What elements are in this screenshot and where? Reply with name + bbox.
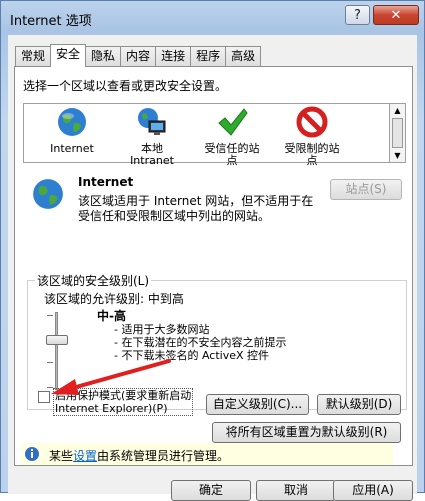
allowed-levels-text: 该区域的允许级别: 中到高 [44, 292, 184, 306]
tab-security[interactable]: 安全 [50, 44, 87, 67]
annotation-arrow [51, 359, 171, 395]
globe-icon [58, 108, 86, 136]
selected-zone-globe-icon [33, 179, 63, 209]
zone-trusted-label-2: 点 [226, 154, 238, 167]
security-tab-panel: 选择一个区域以查看或更改安全设置。 Internet 本地 Intranet 受… [14, 66, 413, 466]
dialog-body: 常规 安全 隐私 内容 连接 程序 高级 选择一个区域以查看或更改安全设置。 I… [8, 35, 417, 501]
window-title: Internet 选项 [10, 14, 92, 29]
custom-level-button[interactable]: 自定义级别(C)... [206, 394, 309, 415]
sites-button[interactable]: 站点(S) [330, 179, 402, 200]
tab-connections[interactable]: 连接 [155, 46, 192, 66]
security-slider-thumb[interactable] [46, 335, 68, 345]
zone-desc-line-1: 该区域适用于 Internet 网站，但不适用于在 [78, 194, 314, 208]
zone-desc-line-2: 受信任和受限制区域中列出的网站。 [78, 209, 271, 223]
scroll-down-icon[interactable]: ▼ [392, 151, 403, 160]
selected-zone-name: Internet [78, 175, 134, 189]
admin-notice-text: 某些设置由系统管理员进行管理。 [49, 447, 229, 464]
zone-list-scrollbar[interactable]: ▲ ▼ [389, 103, 406, 163]
zone-restricted-label-2: 点 [306, 154, 318, 167]
title-bar[interactable]: Internet 选项 ? ✕ [1, 1, 424, 35]
close-icon: ✕ [390, 7, 402, 23]
help-icon: ? [354, 7, 361, 23]
security-level-group-label: 该区域的安全级别(L) [35, 272, 152, 289]
settings-link[interactable]: 设置 [73, 449, 97, 463]
intranet-icon [138, 108, 166, 135]
default-level-button[interactable]: 默认级别(D) [317, 394, 401, 415]
zone-instruction: 选择一个区域以查看或更改安全设置。 [23, 79, 228, 93]
zone-local-intranet[interactable]: 本地 Intranet [112, 106, 192, 167]
zone-internet-label: Internet [50, 142, 94, 155]
tab-strip: 常规 安全 隐私 内容 连接 程序 高级 [15, 44, 262, 67]
close-button[interactable]: ✕ [373, 5, 419, 25]
help-button[interactable]: ? [345, 5, 370, 25]
current-level-title: 中-高 [97, 309, 126, 323]
protected-mode-label-2: Internet Explorer)(P) [55, 402, 168, 415]
admin-notice-bar: 某些设置由系统管理员进行管理。 [21, 443, 393, 465]
apply-button[interactable]: 应用(A) [333, 480, 413, 501]
checkmark-icon [218, 108, 248, 136]
level-bullet: - 适用于大多数网站 [114, 323, 210, 336]
restricted-icon [296, 106, 328, 138]
selected-zone-description: 该区域适用于 Internet 网站，但不适用于在 受信任和受限制区域中列出的网… [78, 194, 313, 224]
info-icon [25, 447, 39, 461]
internet-options-dialog: Internet 选项 ? ✕ 常规 安全 隐私 内容 连接 程序 高级 选择一… [0, 0, 425, 501]
cancel-button[interactable]: 取消 [256, 480, 336, 501]
scroll-up-icon[interactable]: ▲ [392, 106, 403, 115]
reset-all-zones-button[interactable]: 将所有区域重置为默认级别(R) [212, 422, 401, 443]
zone-internet[interactable]: Internet [32, 106, 112, 155]
tab-privacy[interactable]: 隐私 [85, 46, 122, 66]
tab-programs[interactable]: 程序 [190, 46, 227, 66]
notice-suffix: 由系统管理员进行管理。 [97, 449, 230, 463]
zone-intranet-label-2: Intranet [130, 154, 174, 167]
scrollbar-thumb[interactable] [392, 118, 403, 148]
zone-list: Internet 本地 Intranet 受信任的站 点 受限制的站 点 [23, 103, 398, 167]
zone-trusted-sites[interactable]: 受信任的站 点 [192, 106, 272, 167]
zone-restricted-sites[interactable]: 受限制的站 点 [272, 106, 352, 167]
level-bullet: - 在下载潜在的不安全内容之前提示 [114, 336, 287, 349]
notice-prefix: 某些 [49, 449, 74, 463]
tab-general[interactable]: 常规 [15, 46, 52, 66]
slider-tick [47, 315, 53, 316]
tab-content[interactable]: 内容 [120, 46, 157, 66]
ok-button[interactable]: 确定 [171, 480, 251, 501]
tab-advanced[interactable]: 高级 [225, 46, 262, 66]
